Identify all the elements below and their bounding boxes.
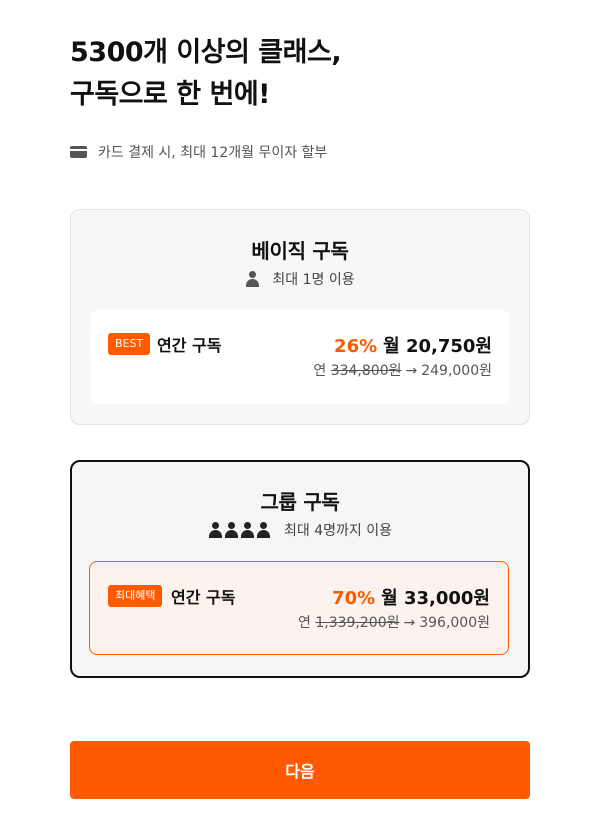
- headline-line-1: 5300개 이상의 클래스,: [70, 37, 342, 68]
- payment-note-text: 카드 결제 시, 최대 12개월 무이자 할부: [98, 145, 328, 161]
- year-prefix: 연: [298, 615, 311, 631]
- year-prefix: 연: [313, 363, 327, 379]
- person-icon: [224, 522, 239, 538]
- monthly-price-line: 70% 월 33,000원: [332, 584, 490, 610]
- page-headline: 5300개 이상의 클래스, 구독으로 한 번에!: [70, 32, 530, 116]
- discount-rate: 70%: [332, 588, 376, 609]
- original-price: 1,339,200원: [315, 615, 400, 631]
- plan-users: 최대 4명까지 이용: [72, 520, 528, 540]
- next-button[interactable]: 다음: [70, 741, 530, 799]
- max-benefit-badge: 최대혜택: [108, 585, 163, 607]
- person-icon: [256, 522, 271, 538]
- plan-card-group[interactable]: 그룹 구독 최대 4명까지 이용 최대혜택 연간 구독 70% 월 33,000원…: [70, 460, 530, 678]
- plan-title: 베이직 구독: [251, 239, 349, 263]
- group-icon: [208, 522, 272, 538]
- original-price: 334,800원: [330, 363, 402, 379]
- monthly-price: 월 20,750원: [383, 336, 492, 357]
- plan-users: 최대 1명 이용: [71, 269, 529, 289]
- best-badge: BEST: [108, 333, 151, 355]
- plan-option-annual[interactable]: BEST 연간 구독 26% 월 20,750원 연 334,800원 → 249,0…: [90, 310, 510, 404]
- plan-option-annual-selected[interactable]: 최대혜택 연간 구독 70% 월 33,000원 연 1,339,200원 → 396…: [89, 561, 509, 655]
- person-icon: [245, 271, 260, 287]
- plan-title: 그룹 구독: [260, 490, 340, 514]
- annual-price-line: 연 334,800원 → 249,000원: [313, 360, 492, 380]
- arrow-right-icon: →: [405, 363, 418, 379]
- option-name: 연간 구독: [157, 336, 222, 355]
- option-name: 연간 구독: [171, 588, 236, 607]
- payment-note: 카드 결제 시, 최대 12개월 무이자 할부: [70, 141, 327, 163]
- discount-rate: 26%: [334, 336, 378, 357]
- plan-card-basic[interactable]: 베이직 구독 최대 1명 이용 BEST 연간 구독 26% 월 20,750원 …: [70, 209, 530, 425]
- monthly-price: 월 33,000원: [381, 588, 490, 609]
- credit-card-icon: [70, 146, 87, 158]
- plan-users-text: 최대 4명까지 이용: [284, 523, 392, 539]
- arrow-right-icon: →: [403, 615, 416, 631]
- annual-price-line: 연 1,339,200원 → 396,000원: [298, 612, 490, 632]
- plan-users-text: 최대 1명 이용: [272, 272, 355, 288]
- person-icon: [240, 522, 255, 538]
- person-icon: [208, 522, 223, 538]
- headline-line-2: 구독으로 한 번에!: [70, 79, 271, 110]
- final-price: 396,000원: [419, 615, 490, 631]
- monthly-price-line: 26% 월 20,750원: [334, 332, 492, 358]
- final-price: 249,000원: [421, 363, 492, 379]
